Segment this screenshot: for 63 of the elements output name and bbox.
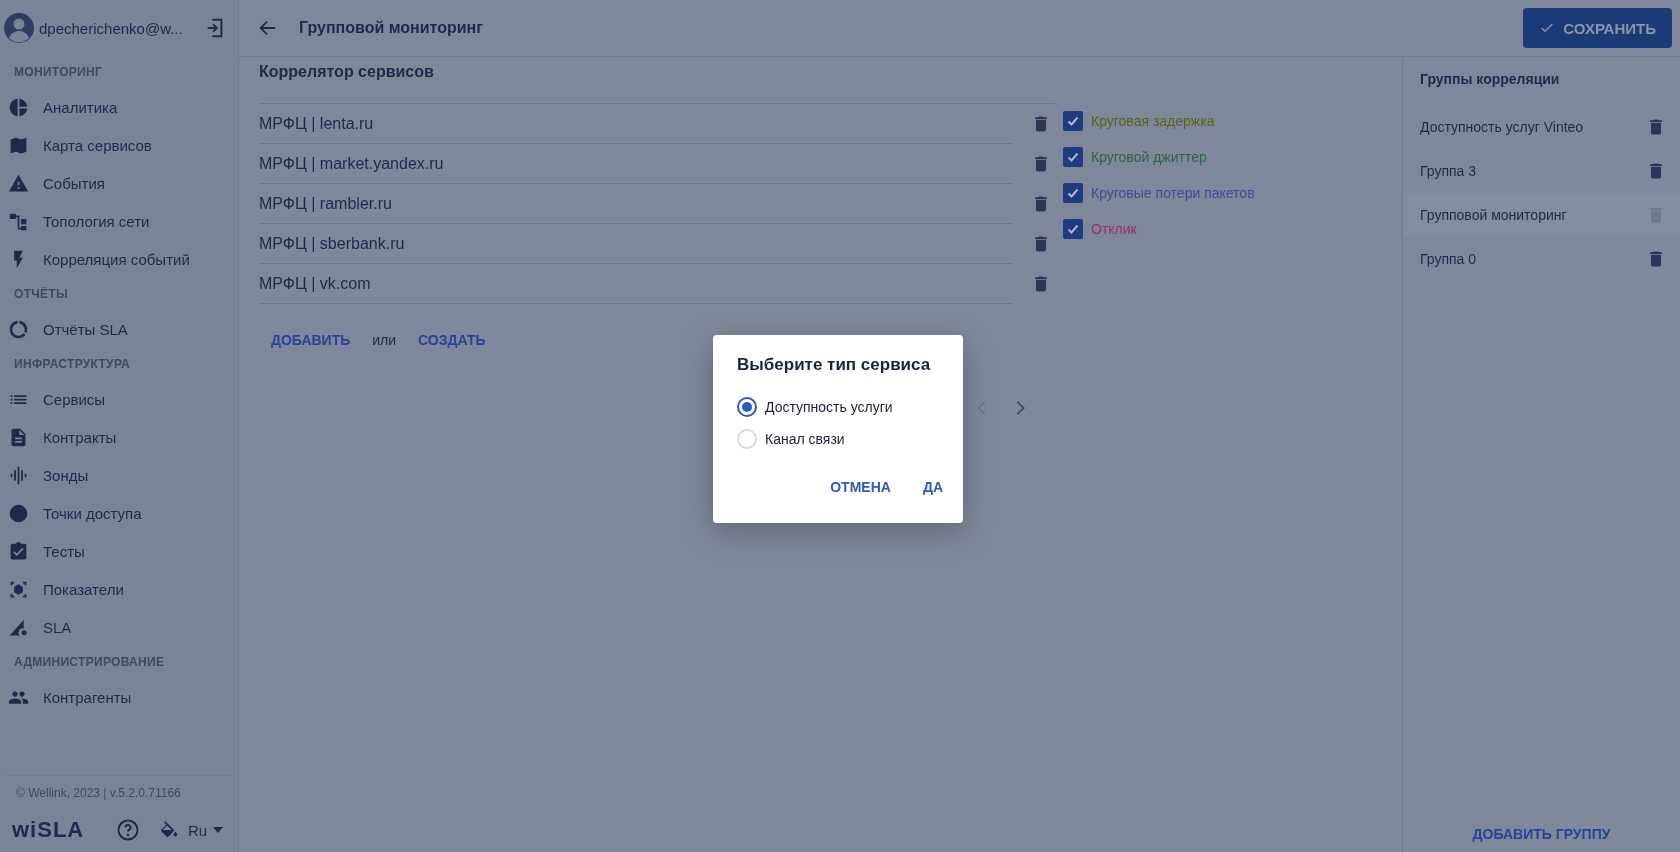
dialog-title: Выберите тип сервиса [737, 355, 932, 375]
radio-button[interactable] [737, 397, 757, 417]
nav-item[interactable]: Показатели [0, 570, 238, 608]
create-link[interactable]: СОЗДАТЬ [418, 332, 486, 348]
metric-label: Отклик [1091, 221, 1137, 237]
metric-label: Круговой джиттер [1091, 149, 1207, 165]
nav-item[interactable]: События [0, 164, 238, 202]
document-icon [8, 426, 29, 448]
page-title: Групповой мониторинг [299, 19, 484, 37]
clipboard-check-icon [8, 540, 29, 562]
group-item[interactable]: Группа 3 [1403, 149, 1680, 193]
group-item[interactable]: Групповой мониторинг [1403, 193, 1680, 237]
nav-section-title: ИНФРАСТРУКТУРА [13, 356, 132, 373]
cancel-button[interactable]: ОТМЕНА [820, 473, 901, 501]
service-name: МРФЦ | sberbank.ru [259, 224, 1013, 264]
nav-item[interactable]: Точки доступа [0, 494, 238, 532]
nav-item[interactable]: Отчёты SLA [0, 310, 238, 348]
nav-item[interactable]: Сервисы [0, 380, 238, 418]
avatar-icon [3, 12, 35, 44]
option-label: Доступность услуги [765, 399, 893, 415]
nav-section-title: АДМИНИСТРИРОВАНИЕ [13, 654, 166, 671]
group-item[interactable]: Группа 0 [1403, 237, 1680, 281]
group-item[interactable]: Доступность услуг Vinteo [1403, 105, 1680, 149]
nav-section-title: МОНИТОРИНГ [13, 64, 104, 81]
confirm-button[interactable]: ДА [912, 473, 953, 501]
nav-item[interactable]: Топология сети [0, 202, 238, 240]
copyright-text: © Wellink, 2023 | v.5.2.0.71166 [15, 785, 182, 802]
donut-icon [8, 318, 29, 340]
add-group-button[interactable]: ДОБАВИТЬ ГРУППУ [1464, 816, 1619, 852]
user-email: dpecherichenko@w... [39, 19, 184, 37]
nav-item[interactable]: Зонды [0, 456, 238, 494]
nav-item[interactable]: SLA [0, 608, 238, 646]
panel-title: Группы корреляции [1419, 71, 1561, 87]
help-icon[interactable] [116, 818, 140, 842]
metric-label: Круговые потери пакетов [1091, 185, 1255, 201]
nav-item[interactable]: Карта сервисов [0, 126, 238, 164]
warning-icon [8, 172, 29, 194]
section-title: Коррелятор сервисов [259, 63, 435, 81]
pie-chart-icon [8, 96, 29, 118]
nav-item[interactable]: Корреляция событий [0, 240, 238, 278]
nav-section-title: ОТЧЁТЫ [13, 286, 69, 303]
circle-icon [8, 502, 29, 524]
caret-icon [213, 827, 224, 833]
save-button[interactable]: СОХРАНИТЬ [1523, 8, 1672, 48]
service-name: МРФЦ | market.yandex.ru [259, 144, 1013, 184]
or-text: или [372, 332, 397, 348]
language-select[interactable]: Ru [188, 821, 224, 839]
add-link[interactable]: ДОБАВИТЬ [271, 332, 351, 348]
checkbox[interactable] [1063, 219, 1083, 239]
option-label: Канал связи [765, 431, 845, 447]
service-name: МРФЦ | lenta.ru [259, 104, 1013, 144]
checkbox[interactable] [1063, 147, 1083, 167]
checkbox[interactable] [1063, 111, 1083, 131]
checkbox[interactable] [1063, 183, 1083, 203]
nav-item[interactable]: Аналитика [0, 88, 238, 126]
nav-item[interactable]: Тесты [0, 532, 238, 570]
nav-item[interactable]: Контракты [0, 418, 238, 456]
nav-item[interactable]: Контрагенты [0, 678, 238, 716]
logo: wiSLA [12, 817, 86, 843]
signal-bars-icon [8, 464, 29, 486]
metric-label: Круговая задержка [1091, 113, 1215, 129]
service-name: МРФЦ | vk.com [259, 264, 1013, 304]
service-name: МРФЦ | rambler.ru [259, 184, 1013, 224]
